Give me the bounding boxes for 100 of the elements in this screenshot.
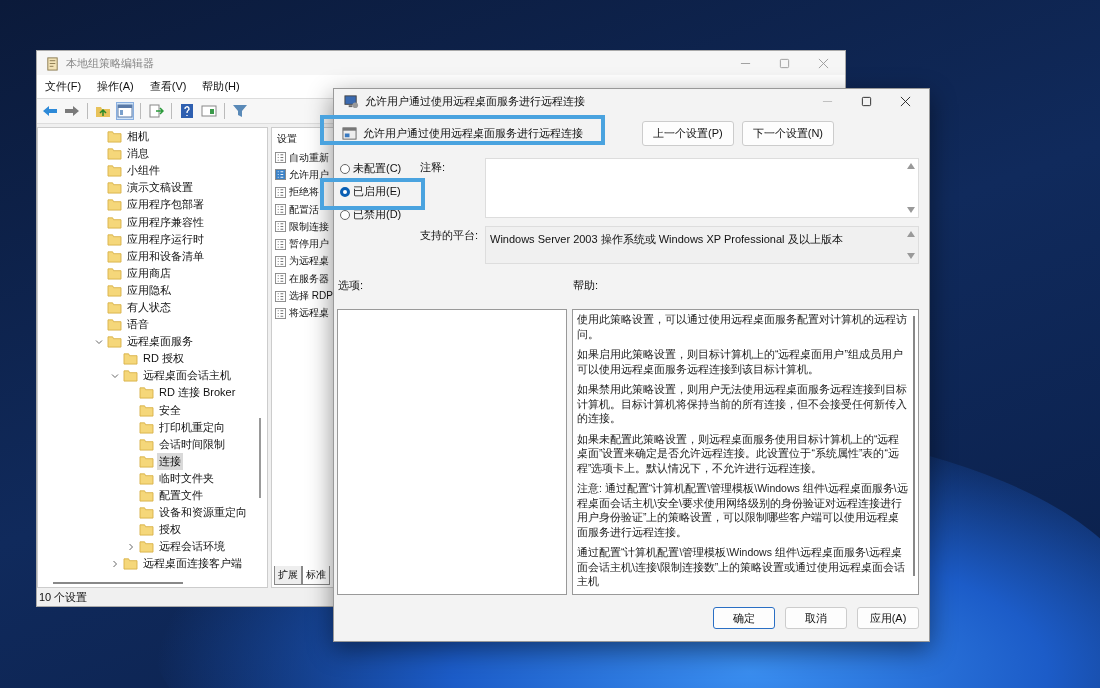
close-icon[interactable] xyxy=(900,95,911,107)
scrollbar[interactable] xyxy=(259,418,261,498)
tree-item[interactable]: 应用和设备清单 xyxy=(125,247,206,265)
tree-item[interactable]: 相机 xyxy=(125,128,151,146)
scroll-down-icon[interactable] xyxy=(907,253,915,259)
scrollbar[interactable] xyxy=(906,163,916,213)
setting-item[interactable]: 限制连接 xyxy=(289,219,329,234)
tree-item[interactable]: RD 授权 xyxy=(141,350,186,368)
folder-icon xyxy=(107,130,122,144)
expand-chevron-icon[interactable] xyxy=(127,542,135,551)
tree-item[interactable]: 演示文稿设置 xyxy=(125,179,195,197)
tree-item[interactable]: RD 连接 Broker xyxy=(157,384,238,402)
scroll-up-icon[interactable] xyxy=(907,231,915,237)
tree-item[interactable]: 连接 xyxy=(157,452,183,470)
collapse-chevron-icon[interactable] xyxy=(95,337,103,346)
tree-item[interactable]: 会话时间限制 xyxy=(157,435,227,453)
radio-option[interactable]: 已启用(E) xyxy=(340,184,420,199)
folder-icon xyxy=(139,471,154,485)
section-label: 帮助: xyxy=(573,278,599,293)
comment-field[interactable] xyxy=(485,158,919,218)
nav-button[interactable]: 上一个设置(P) xyxy=(642,121,734,146)
folder-icon xyxy=(107,266,122,280)
folder-icon xyxy=(107,215,122,229)
help-paragraph: 注意: 通过配置“计算机配置\管理模板\Windows 组件\远程桌面服务\远程桌面会话主机\安全\要求使用网络级别的身份验证对远程连接进行用户身份验证”上的策略设置，可以限制哪些客户端可以使用远程桌面服务进行远程连接。 xyxy=(577,481,908,539)
setting-item[interactable]: 暂停用户 xyxy=(289,237,329,252)
tree-item[interactable]: 应用商店 xyxy=(125,264,173,282)
collapse-chevron-icon[interactable] xyxy=(111,371,119,380)
folder-icon xyxy=(107,301,122,314)
radio-option[interactable]: 未配置(C) xyxy=(340,161,420,176)
menu-item[interactable]: 文件(F) xyxy=(45,78,82,95)
tree-item[interactable]: 应用程序兼容性 xyxy=(125,213,206,231)
properties-icon[interactable] xyxy=(200,102,218,120)
export-list-icon[interactable] xyxy=(147,102,165,120)
view-tab[interactable]: 扩展 xyxy=(274,566,302,585)
help-paragraph: 如果启用此策略设置，则目标计算机上的“远程桌面用户”组成员用户可以使用远程桌面服务远程连接到该目标计算机。 xyxy=(577,347,904,376)
platform-text: Windows Server 2003 操作系统或 Windows XP Professional 及以上版本 xyxy=(489,232,844,247)
folder-icon xyxy=(123,369,138,383)
tree-item[interactable]: 设备和资源重定向 xyxy=(157,504,249,522)
menu-item[interactable]: 查看(V) xyxy=(149,78,187,95)
folder-icon xyxy=(107,318,122,332)
help-paragraph: 通过配置“计算机配置\管理模板\Windows 组件\远程桌面服务\远程桌面会话主机\连接\限制连接数”上的策略设置或通过使用远程桌面会话主机 xyxy=(577,545,907,589)
tree-item[interactable]: 应用隐私 xyxy=(125,281,173,299)
tree-item[interactable]: 安全 xyxy=(157,401,183,419)
tree-item[interactable]: 应用程序运行时 xyxy=(125,230,206,248)
folder-icon xyxy=(107,181,122,195)
dialog-button[interactable]: 应用(A) xyxy=(857,607,919,629)
tree-item[interactable]: 授权 xyxy=(157,521,183,539)
view-tab[interactable]: 标准 xyxy=(302,566,330,585)
tree-item[interactable]: 配置文件 xyxy=(157,487,205,504)
tree-item[interactable]: 有人状态 xyxy=(125,299,173,316)
setting-item[interactable]: 将远程桌 xyxy=(289,306,329,321)
help-paragraph: 使用此策略设置，可以通过使用远程桌面服务配置对计算机的远程访问。 xyxy=(577,312,908,341)
tree-item[interactable]: 小组件 xyxy=(125,162,162,180)
field-label: 注释: xyxy=(420,160,447,175)
tree-item[interactable]: 应用程序包部署 xyxy=(125,196,206,214)
tree-item[interactable]: 远程桌面服务 xyxy=(125,333,195,351)
policy-heading: 允许用户通过使用远程桌面服务进行远程连接 xyxy=(363,126,583,141)
dialog-button[interactable]: 确定 xyxy=(713,607,775,629)
radio-option[interactable]: 已禁用(D) xyxy=(340,207,420,222)
maximize-icon[interactable] xyxy=(861,95,872,107)
notepad-icon xyxy=(45,55,60,71)
setting-item[interactable]: 为远程桌 xyxy=(289,254,329,269)
setting-item[interactable]: 选择 RDP xyxy=(289,289,333,303)
folder-icon xyxy=(139,454,154,468)
window-title: 本地组策略编辑器 xyxy=(66,55,154,71)
tree-pane-icon[interactable] xyxy=(116,102,134,120)
tree-item[interactable]: 临时文件夹 xyxy=(157,469,216,487)
folder-icon xyxy=(139,420,154,434)
scroll-up-icon[interactable] xyxy=(907,163,915,169)
monitor-icon xyxy=(344,93,359,109)
scrollbar[interactable] xyxy=(53,582,183,584)
menu-item[interactable]: 帮助(H) xyxy=(202,78,240,95)
tree-item[interactable]: 远程桌面连接客户端 xyxy=(141,555,244,573)
setting-item[interactable]: 在服务器 xyxy=(289,271,329,286)
menu-item[interactable]: 操作(A) xyxy=(97,78,134,95)
folder-icon xyxy=(139,540,154,554)
folder-icon xyxy=(107,335,122,349)
policy-setting-icon xyxy=(342,126,357,141)
help-icon[interactable] xyxy=(178,102,196,120)
folder-icon xyxy=(139,523,154,537)
folder-icon xyxy=(123,352,138,366)
setting-item[interactable]: 拒绝将 xyxy=(289,185,319,200)
dialog-title: 允许用户通过使用远程桌面服务进行远程连接 xyxy=(365,93,585,109)
expand-chevron-icon[interactable] xyxy=(111,559,119,568)
filter-icon[interactable] xyxy=(231,102,249,120)
tree-item[interactable]: 打印机重定向 xyxy=(157,418,227,436)
folder-icon xyxy=(107,232,122,246)
tree-item[interactable]: 消息 xyxy=(125,145,151,163)
scrollbar[interactable] xyxy=(913,316,915,576)
dialog-button[interactable]: 取消 xyxy=(785,607,847,629)
folder-icon xyxy=(139,489,154,502)
tree-item[interactable]: 远程桌面会话主机 xyxy=(141,367,233,385)
tree-item[interactable]: 语音 xyxy=(125,316,151,334)
help-paragraph: 如果未配置此策略设置，则远程桌面服务使用目标计算机上的“远程桌面”设置来确定是否允许远程连接。此设置位于“系统属性”表的“远程”选项卡上。默认情况下，不允许进行远程连接。 xyxy=(577,431,901,475)
scrollbar[interactable] xyxy=(906,231,916,259)
setting-item[interactable]: 自动重新 xyxy=(289,150,329,165)
setting-item[interactable]: 配置活 xyxy=(289,202,319,217)
tree-item[interactable]: 远程会话环境 xyxy=(157,538,227,556)
scroll-down-icon[interactable] xyxy=(907,207,915,213)
nav-button[interactable]: 下一个设置(N) xyxy=(741,121,834,146)
